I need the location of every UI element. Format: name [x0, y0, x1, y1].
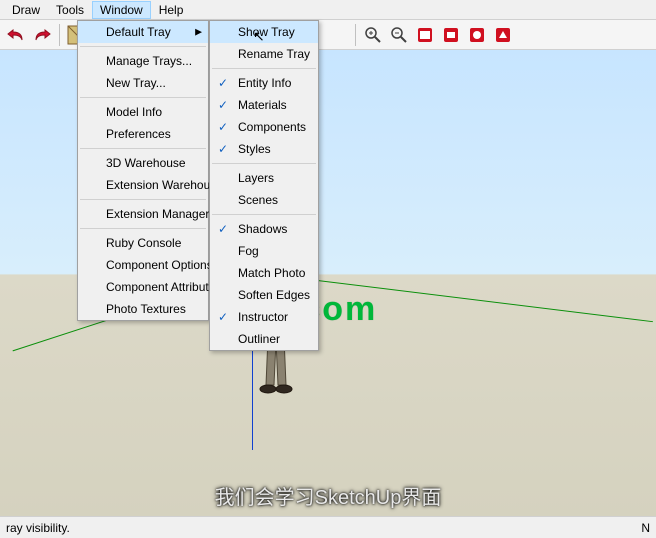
window-menu-item-label: Photo Textures: [106, 302, 186, 316]
subtitle-text: 我们会学习SketchUp界面: [215, 481, 442, 510]
window-menu-item-15[interactable]: Component Attributes: [78, 276, 208, 298]
menubar: Draw Tools Window Help: [0, 0, 656, 20]
layout-tool-4[interactable]: [491, 23, 515, 47]
tray-submenu-item-label: Rename Tray: [238, 47, 310, 61]
menu-window[interactable]: Window: [92, 1, 151, 19]
tray-submenu-item-label: Fog: [238, 244, 259, 258]
window-menu-separator: [80, 228, 206, 229]
tray-submenu-item-8[interactable]: Layers: [210, 167, 318, 189]
tray-submenu-item-label: Materials: [238, 98, 287, 112]
tray-submenu-item-label: Components: [238, 120, 306, 134]
tray-submenu-item-label: Shadows: [238, 222, 287, 236]
layout-tool-3[interactable]: [465, 23, 489, 47]
tray-submenu-item-16[interactable]: Outliner: [210, 328, 318, 350]
tray-submenu-item-3[interactable]: ✓ Entity Info: [210, 72, 318, 94]
tray-submenu-item-label: Instructor: [238, 310, 288, 324]
window-menu-item-label: Component Options: [106, 258, 213, 272]
tray-submenu-item-1[interactable]: Rename Tray: [210, 43, 318, 65]
tray-submenu-item-label: Match Photo: [238, 266, 305, 280]
window-menu-item-label: Preferences: [106, 127, 171, 141]
zoom-out-button[interactable]: [387, 23, 411, 47]
layout-tool-2[interactable]: [439, 23, 463, 47]
window-menu-item-label: 3D Warehouse: [106, 156, 186, 170]
menu-help[interactable]: Help: [151, 1, 192, 19]
tray-submenu-item-label: Outliner: [238, 332, 280, 346]
tray-submenu-item-14[interactable]: Soften Edges: [210, 284, 318, 306]
window-menu-separator: [80, 148, 206, 149]
window-menu-item-label: New Tray...: [106, 76, 166, 90]
status-left: ray visibility.: [6, 521, 70, 535]
window-menu-separator: [80, 199, 206, 200]
window-menu-separator: [80, 46, 206, 47]
toolbar-separator: [355, 24, 356, 46]
window-menu-item-9[interactable]: Extension Warehouse: [78, 174, 208, 196]
check-icon: ✓: [218, 310, 228, 324]
status-right: N: [641, 521, 650, 535]
window-menu-item-6[interactable]: Preferences: [78, 123, 208, 145]
tray-submenu-item-11[interactable]: ✓ Shadows: [210, 218, 318, 240]
tray-submenu-separator: [212, 163, 316, 164]
window-menu-item-label: Component Attributes: [106, 280, 221, 294]
check-icon: ✓: [218, 76, 228, 90]
window-menu-item-label: Manage Trays...: [106, 54, 192, 68]
window-menu-item-14[interactable]: Component Options: [78, 254, 208, 276]
toolbar-separator: [59, 24, 60, 46]
undo-button[interactable]: [4, 23, 28, 47]
menu-draw[interactable]: Draw: [4, 1, 48, 19]
window-menu-item-13[interactable]: Ruby Console: [78, 232, 208, 254]
check-icon: ✓: [218, 142, 228, 156]
tray-submenu-item-0[interactable]: Show Tray: [210, 21, 318, 43]
window-menu-separator: [80, 97, 206, 98]
window-menu-item-16[interactable]: Photo Textures: [78, 298, 208, 320]
check-icon: ✓: [218, 120, 228, 134]
tray-submenu-item-label: Soften Edges: [238, 288, 310, 302]
tray-submenu-item-label: Layers: [238, 171, 274, 185]
window-menu-item-2[interactable]: Manage Trays...: [78, 50, 208, 72]
window-menu-item-0[interactable]: Default Tray ▶: [78, 21, 208, 43]
window-menu-item-label: Ruby Console: [106, 236, 181, 250]
tray-submenu-item-13[interactable]: Match Photo: [210, 262, 318, 284]
tray-submenu-item-5[interactable]: ✓ Components: [210, 116, 318, 138]
tray-submenu-item-12[interactable]: Fog: [210, 240, 318, 262]
window-menu-item-3[interactable]: New Tray...: [78, 72, 208, 94]
window-menu-item-label: Default Tray: [106, 25, 171, 39]
submenu-arrow-icon: ▶: [195, 27, 202, 38]
tray-submenu-item-15[interactable]: ✓ Instructor: [210, 306, 318, 328]
default-tray-submenu: Show Tray Rename Tray ✓ Entity Info ✓ Materia…: [209, 20, 319, 351]
tray-submenu-item-6[interactable]: ✓ Styles: [210, 138, 318, 160]
zoom-in-button[interactable]: [361, 23, 385, 47]
window-menu-item-label: Model Info: [106, 105, 162, 119]
statusbar: ray visibility. N: [0, 516, 656, 538]
tray-submenu-item-label: Show Tray: [238, 25, 295, 39]
window-menu-item-5[interactable]: Model Info: [78, 101, 208, 123]
tray-submenu-item-label: Entity Info: [238, 76, 291, 90]
tray-submenu-separator: [212, 214, 316, 215]
tray-submenu-separator: [212, 68, 316, 69]
tray-submenu-item-label: Styles: [238, 142, 271, 156]
window-menu-item-11[interactable]: Extension Manager: [78, 203, 208, 225]
window-menu-item-label: Extension Manager: [106, 207, 209, 221]
check-icon: ✓: [218, 222, 228, 236]
window-menu-item-8[interactable]: 3D Warehouse: [78, 152, 208, 174]
window-menu-item-label: Extension Warehouse: [106, 178, 223, 192]
window-menu-dropdown: Default Tray ▶ Manage Trays... New Tray... M…: [77, 20, 209, 321]
tray-submenu-item-label: Scenes: [238, 193, 278, 207]
check-icon: ✓: [218, 98, 228, 112]
layout-tool-1[interactable]: [413, 23, 437, 47]
tray-submenu-item-9[interactable]: Scenes: [210, 189, 318, 211]
tray-submenu-item-4[interactable]: ✓ Materials: [210, 94, 318, 116]
menu-tools[interactable]: Tools: [48, 1, 92, 19]
redo-button[interactable]: [30, 23, 54, 47]
